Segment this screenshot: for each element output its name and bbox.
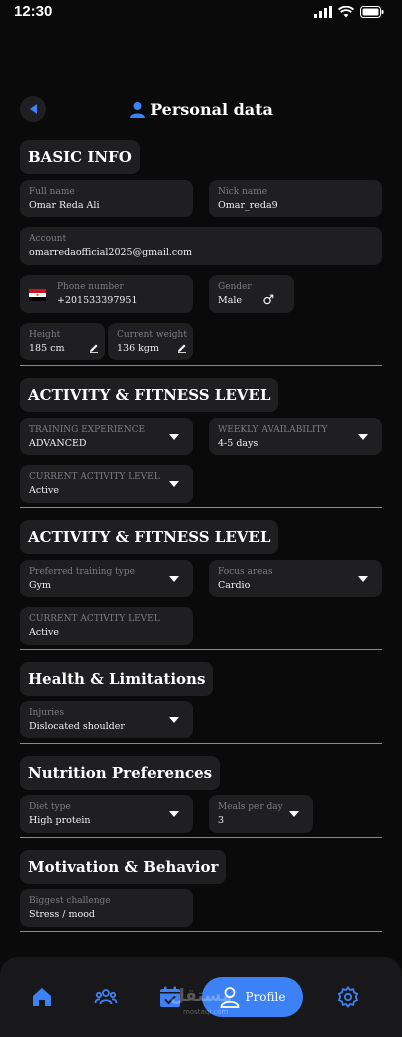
full-name-field[interactable]: Full name Omar Reda Ali	[20, 180, 193, 217]
community-icon[interactable]	[94, 985, 118, 1009]
training-type-label: Preferred training type	[29, 567, 135, 577]
chevron-down-icon	[169, 575, 179, 582]
watermark-url: mostaql.com	[183, 1008, 229, 1016]
current-activity-value: Active	[29, 485, 60, 496]
section-divider	[20, 931, 382, 932]
battery-icon	[360, 6, 384, 18]
page-title: Personal data	[150, 100, 273, 119]
diet-type-value: High protein	[29, 815, 91, 826]
account-field[interactable]: Account omarredaofficial2025@gmail.com	[20, 227, 382, 265]
account-label: Account	[29, 234, 67, 244]
section-title-activity-fitness: ACTIVITY & FITNESS LEVEL	[20, 378, 279, 412]
wifi-icon	[338, 6, 354, 18]
injuries-value: Dislocated shoulder	[29, 721, 125, 732]
section-title-nutrition: Nutrition Preferences	[20, 756, 221, 790]
height-field[interactable]: Height 185 cm	[20, 323, 105, 360]
status-bar: 12:30	[0, 0, 402, 26]
biggest-challenge-label: Biggest challenge	[29, 896, 111, 906]
focus-areas-select[interactable]: Focus areas Cardio	[209, 560, 382, 597]
status-icons	[314, 6, 384, 18]
training-experience-label: TRAINING EXPERIENCE	[29, 425, 146, 435]
egypt-flag-icon	[29, 289, 46, 301]
current-activity-field-2[interactable]: CURRENT ACTIVITY LEVEL Active	[20, 607, 193, 645]
phone-value: +201533397951	[57, 295, 138, 306]
account-value: omarredaofficial2025@gmail.com	[29, 247, 192, 258]
section-title-motivation: Motivation & Behavior	[20, 850, 227, 884]
section-divider	[20, 837, 382, 838]
meals-per-day-select[interactable]: Meals per day 3	[209, 795, 313, 833]
gender-label: Gender	[218, 282, 252, 292]
chevron-down-icon	[358, 433, 368, 440]
nick-name-value: Omar_reda9	[218, 200, 278, 211]
phone-field[interactable]: Phone number +201533397951	[20, 275, 193, 313]
current-activity-label-2: CURRENT ACTIVITY LEVEL	[29, 614, 160, 624]
home-icon[interactable]	[30, 985, 54, 1009]
focus-areas-value: Cardio	[218, 580, 251, 591]
biggest-challenge-field[interactable]: Biggest challenge Stress / mood	[20, 889, 193, 927]
training-experience-select[interactable]: TRAINING EXPERIENCE ADVANCED	[20, 418, 193, 455]
section-divider	[20, 365, 382, 366]
training-type-select[interactable]: Preferred training type Gym	[20, 560, 193, 597]
weekly-availability-label: WEEKLY AVAILABILITY	[218, 425, 328, 435]
male-icon: ♂	[262, 293, 274, 308]
weight-field[interactable]: Current weight 136 kgm	[108, 323, 193, 360]
signal-icon	[314, 6, 332, 18]
chevron-down-icon	[169, 481, 179, 487]
section-title-health: Health & Limitations	[20, 662, 214, 696]
section-title-basic-info: BASIC INFO	[20, 140, 140, 174]
nick-name-field[interactable]: Nick name Omar_reda9	[209, 180, 382, 217]
weight-label: Current weight	[117, 330, 187, 340]
current-activity-value-2: Active	[29, 627, 60, 638]
section-divider	[20, 649, 382, 650]
profile-nav-label: Profile	[245, 990, 286, 1004]
watermark-logo: مستقل	[170, 986, 233, 1006]
edit-pencil-icon[interactable]	[177, 343, 187, 353]
training-experience-value: ADVANCED	[29, 438, 87, 449]
person-icon	[130, 102, 146, 118]
weight-value: 136 kgm	[117, 343, 159, 354]
biggest-challenge-value: Stress / mood	[29, 909, 96, 920]
weekly-availability-value: 4-5 days	[218, 438, 259, 449]
chevron-down-icon	[358, 575, 368, 582]
full-name-value: Omar Reda Ali	[29, 200, 100, 211]
height-label: Height	[29, 330, 61, 340]
focus-areas-label: Focus areas	[218, 567, 273, 577]
chevron-down-icon	[169, 811, 179, 817]
gender-field[interactable]: Gender Male ♂	[209, 275, 294, 313]
chevron-down-icon	[169, 433, 179, 440]
nick-name-label: Nick name	[218, 187, 268, 197]
edit-pencil-icon[interactable]	[89, 343, 99, 353]
page-header: Personal data	[0, 96, 402, 126]
settings-icon[interactable]	[336, 985, 360, 1009]
status-time: 12:30	[14, 3, 53, 20]
current-activity-label: CURRENT ACTIVITY LEVEL	[29, 472, 160, 482]
phone-label: Phone number	[57, 282, 124, 292]
section-divider	[20, 743, 382, 744]
chevron-down-icon	[169, 716, 179, 723]
diet-type-label: Diet type	[29, 802, 71, 812]
training-type-value: Gym	[29, 580, 51, 591]
gender-value: Male	[218, 295, 243, 306]
injuries-select[interactable]: Injuries Dislocated shoulder	[20, 701, 193, 738]
diet-type-select[interactable]: Diet type High protein	[20, 795, 193, 833]
section-divider	[20, 507, 382, 508]
chevron-down-icon	[289, 811, 299, 817]
section-title-activity-fitness-2: ACTIVITY & FITNESS LEVEL	[20, 520, 279, 554]
current-activity-select[interactable]: CURRENT ACTIVITY LEVEL Active	[20, 465, 193, 503]
injuries-label: Injuries	[29, 708, 65, 718]
weekly-availability-select[interactable]: WEEKLY AVAILABILITY 4-5 days	[209, 418, 382, 455]
page-title-wrap: Personal data	[0, 100, 402, 119]
height-value: 185 cm	[29, 343, 65, 354]
full-name-label: Full name	[29, 187, 75, 197]
